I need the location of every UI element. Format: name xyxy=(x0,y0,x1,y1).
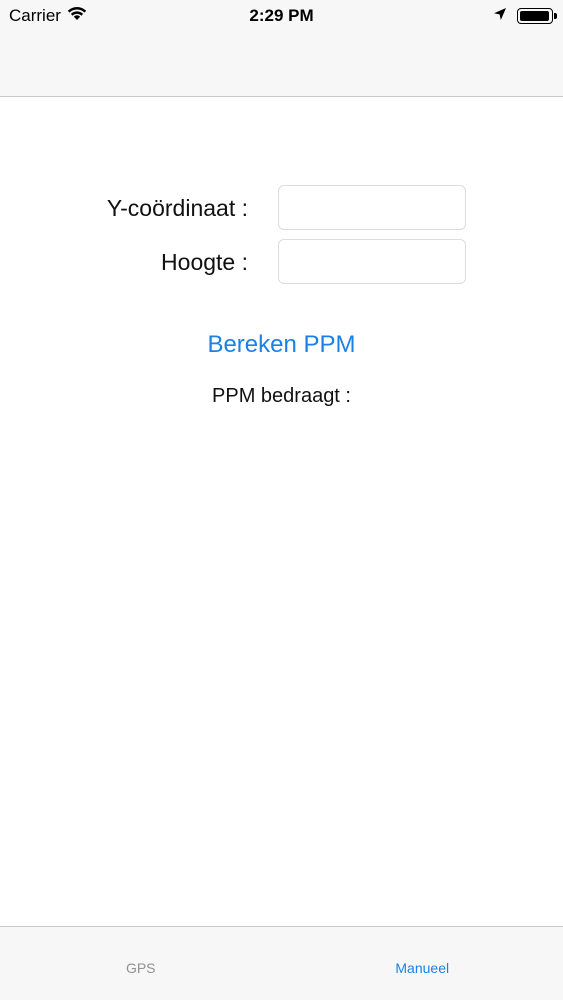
y-coordinate-input[interactable] xyxy=(278,185,466,230)
tab-manueel-label: Manueel xyxy=(395,960,450,976)
battery-nub xyxy=(554,13,557,19)
app-screen: Carrier 2:29 PM Y-coördinaat: Hoogte: … xyxy=(0,0,563,1000)
height-label: Hoogte : xyxy=(161,249,248,275)
calculate-ppm-button[interactable]: Bereken PPM xyxy=(0,331,563,359)
tab-manueel[interactable]: Manueel xyxy=(282,927,563,1000)
tab-gps[interactable]: GPS xyxy=(0,927,282,1000)
status-bar: Carrier 2:29 PM xyxy=(0,0,563,32)
status-time: 2:29 PM xyxy=(249,6,314,25)
battery-icon xyxy=(517,8,557,24)
location-arrow-icon xyxy=(493,6,507,26)
tab-gps-label: GPS xyxy=(125,960,156,976)
status-right xyxy=(493,6,557,26)
height-input[interactable] xyxy=(278,239,466,284)
y-coordinate-label: Y-coördinaat : xyxy=(106,195,248,221)
tab-bar: GPS Manueel xyxy=(0,926,563,1000)
ppm-result-label: PPM bedraagt : xyxy=(212,385,351,407)
battery-level xyxy=(520,11,549,21)
navigation-bar xyxy=(0,32,563,97)
y-coordinate-row: Y-coördinaat : xyxy=(0,185,563,231)
height-row: Hoogte : xyxy=(0,239,563,285)
